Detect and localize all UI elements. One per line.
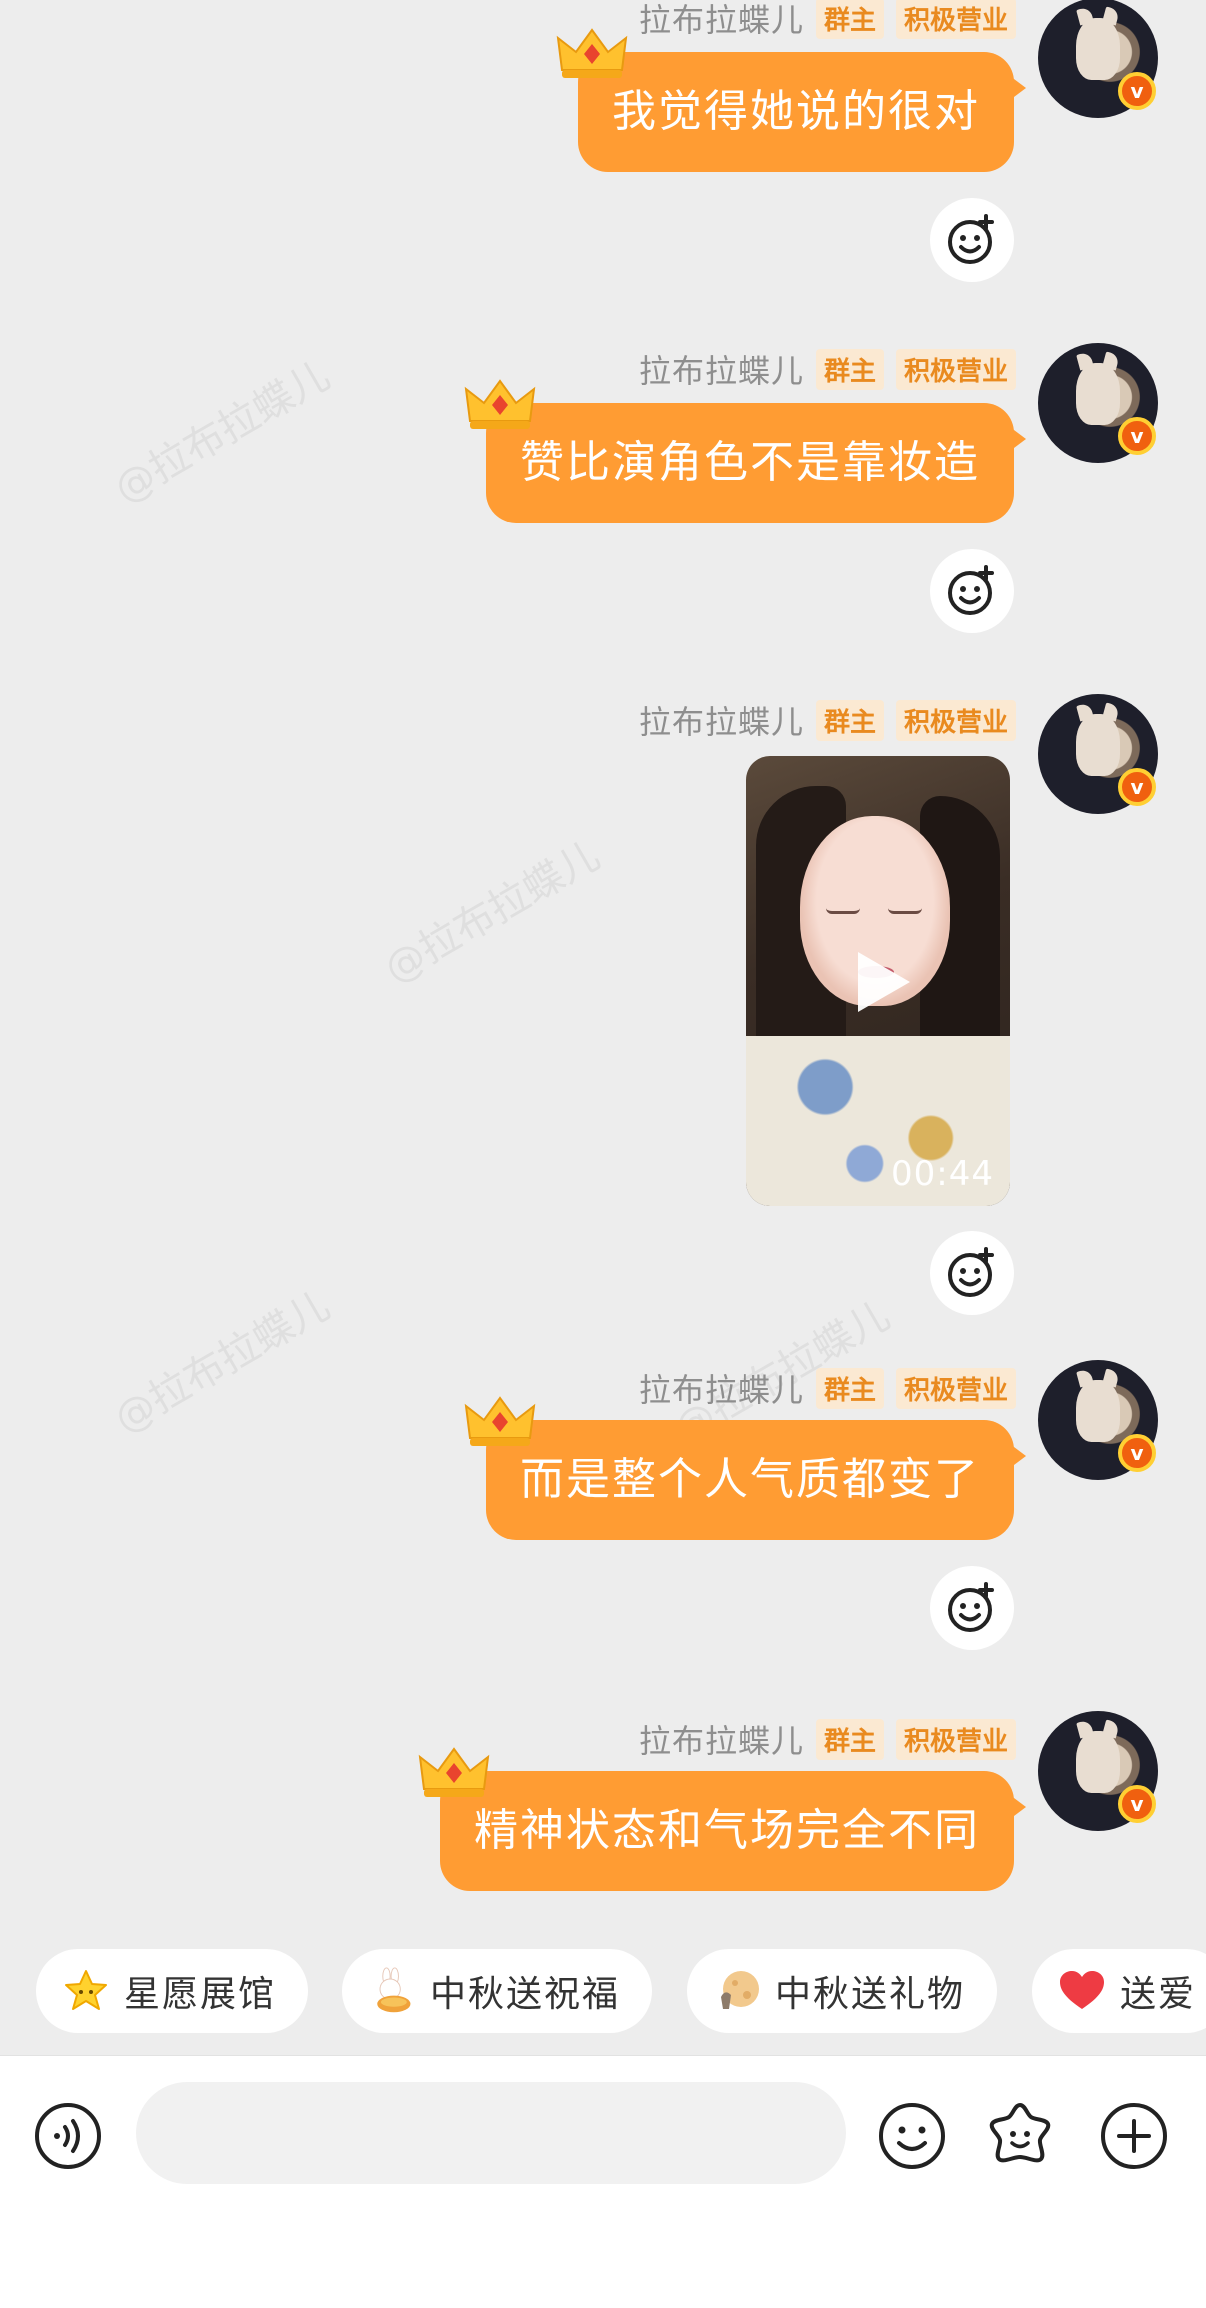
sender-name[interactable]: 拉布拉蝶儿: [639, 346, 804, 392]
avatar[interactable]: v: [1038, 1711, 1158, 1831]
add-emoji-icon: [948, 565, 994, 615]
moon-gift-icon: [713, 1967, 761, 2015]
role-badge: 群主: [815, 699, 884, 741]
avatar[interactable]: v: [1038, 694, 1158, 814]
message-input-bar: [0, 2055, 1206, 2308]
add-emoji-icon: [948, 214, 994, 264]
message-bubble[interactable]: 精神状态和气场完全不同: [418, 1747, 1026, 1891]
activity-badge: 积极营业: [895, 0, 1016, 39]
crown-icon: [464, 1396, 536, 1446]
chip-label: 星愿展馆: [124, 1974, 277, 2015]
sender-name[interactable]: 拉布拉蝶儿: [639, 0, 804, 41]
activity-badge: 积极营业: [895, 348, 1016, 390]
add-reaction-button[interactable]: [930, 1566, 1014, 1650]
message-bubble[interactable]: 我觉得她说的很对: [556, 28, 1026, 172]
sticker-button[interactable]: [984, 2100, 1056, 2172]
avatar[interactable]: v: [1038, 0, 1158, 118]
star-icon: [62, 1967, 110, 2015]
voice-button[interactable]: [32, 2100, 104, 2172]
crown-icon: [418, 1747, 490, 1797]
role-badge: 群主: [815, 0, 884, 39]
add-emoji-icon: [948, 1247, 994, 1297]
sender-name[interactable]: 拉布拉蝶儿: [639, 1716, 804, 1762]
add-reaction-button[interactable]: [930, 549, 1014, 633]
message-text: 而是整个人气质都变了: [520, 1454, 980, 1505]
quick-action-bar[interactable]: 星愿展馆 中秋送祝福 中秋送礼物 送爱: [0, 1925, 1206, 2055]
emoji-button[interactable]: [876, 2100, 948, 2172]
video-message[interactable]: 00:44: [746, 756, 1010, 1206]
quick-action-mid-autumn-gift[interactable]: 中秋送礼物: [687, 1949, 998, 2033]
message-text: 精神状态和气场完全不同: [474, 1805, 980, 1856]
chip-label: 中秋送祝福: [430, 1974, 621, 2015]
verified-icon: v: [1118, 72, 1156, 110]
quick-action-star-gallery[interactable]: 星愿展馆: [36, 1949, 309, 2033]
add-reaction-button[interactable]: [930, 1231, 1014, 1315]
message-bubble[interactable]: 而是整个人气质都变了: [464, 1396, 1026, 1540]
video-duration: 00:44: [891, 1154, 994, 1194]
more-button[interactable]: [1098, 2100, 1170, 2172]
message-meta: 拉布拉蝶儿 群主 积极营业: [639, 1716, 1016, 1762]
voice-icon: [35, 2103, 101, 2169]
chip-label: 送爱: [1120, 1974, 1197, 2015]
message-meta: 拉布拉蝶儿 群主 积极营业: [639, 0, 1016, 41]
verified-icon: v: [1118, 1785, 1156, 1823]
avatar[interactable]: v: [1038, 343, 1158, 463]
quick-action-send-love[interactable]: 送爱: [1032, 1949, 1206, 2033]
message-meta: 拉布拉蝶儿 群主 积极营业: [639, 1365, 1016, 1411]
chat-message-list[interactable]: 拉布拉蝶儿 群主 积极营业 v 我觉得她说的很对 拉布拉蝶儿 群主 积极营业 v…: [0, 0, 1206, 1925]
crown-icon: [464, 379, 536, 429]
crown-icon: [556, 28, 628, 78]
message-bubble[interactable]: 赞比演角色不是靠妆造: [464, 379, 1026, 523]
role-badge: 群主: [815, 1718, 884, 1760]
add-emoji-icon: [948, 1582, 994, 1632]
add-reaction-button[interactable]: [930, 198, 1014, 282]
sender-name[interactable]: 拉布拉蝶儿: [639, 1365, 804, 1411]
activity-badge: 积极营业: [895, 1367, 1016, 1409]
avatar[interactable]: v: [1038, 1360, 1158, 1480]
verified-icon: v: [1118, 417, 1156, 455]
play-icon[interactable]: [858, 952, 910, 1012]
verified-icon: v: [1118, 1434, 1156, 1472]
activity-badge: 积极营业: [895, 1718, 1016, 1760]
emoji-icon: [879, 2103, 945, 2169]
verified-icon: v: [1118, 768, 1156, 806]
message-input[interactable]: [136, 2082, 846, 2184]
plus-icon: [1101, 2103, 1167, 2169]
message-text: 赞比演角色不是靠妆造: [520, 437, 980, 488]
sender-name[interactable]: 拉布拉蝶儿: [639, 697, 804, 743]
message-meta: 拉布拉蝶儿 群主 积极营业: [639, 697, 1016, 743]
rabbit-mooncake-icon: [368, 1967, 416, 2015]
activity-badge: 积极营业: [895, 699, 1016, 741]
sticker-icon: [989, 2103, 1051, 2163]
chip-label: 中秋送礼物: [775, 1974, 966, 2015]
heart-icon: [1058, 1967, 1106, 2015]
message-meta: 拉布拉蝶儿 群主 积极营业: [639, 346, 1016, 392]
quick-action-mid-autumn-wishes[interactable]: 中秋送祝福: [342, 1949, 653, 2033]
message-text: 我觉得她说的很对: [612, 86, 980, 137]
role-badge: 群主: [815, 1367, 884, 1409]
role-badge: 群主: [815, 348, 884, 390]
